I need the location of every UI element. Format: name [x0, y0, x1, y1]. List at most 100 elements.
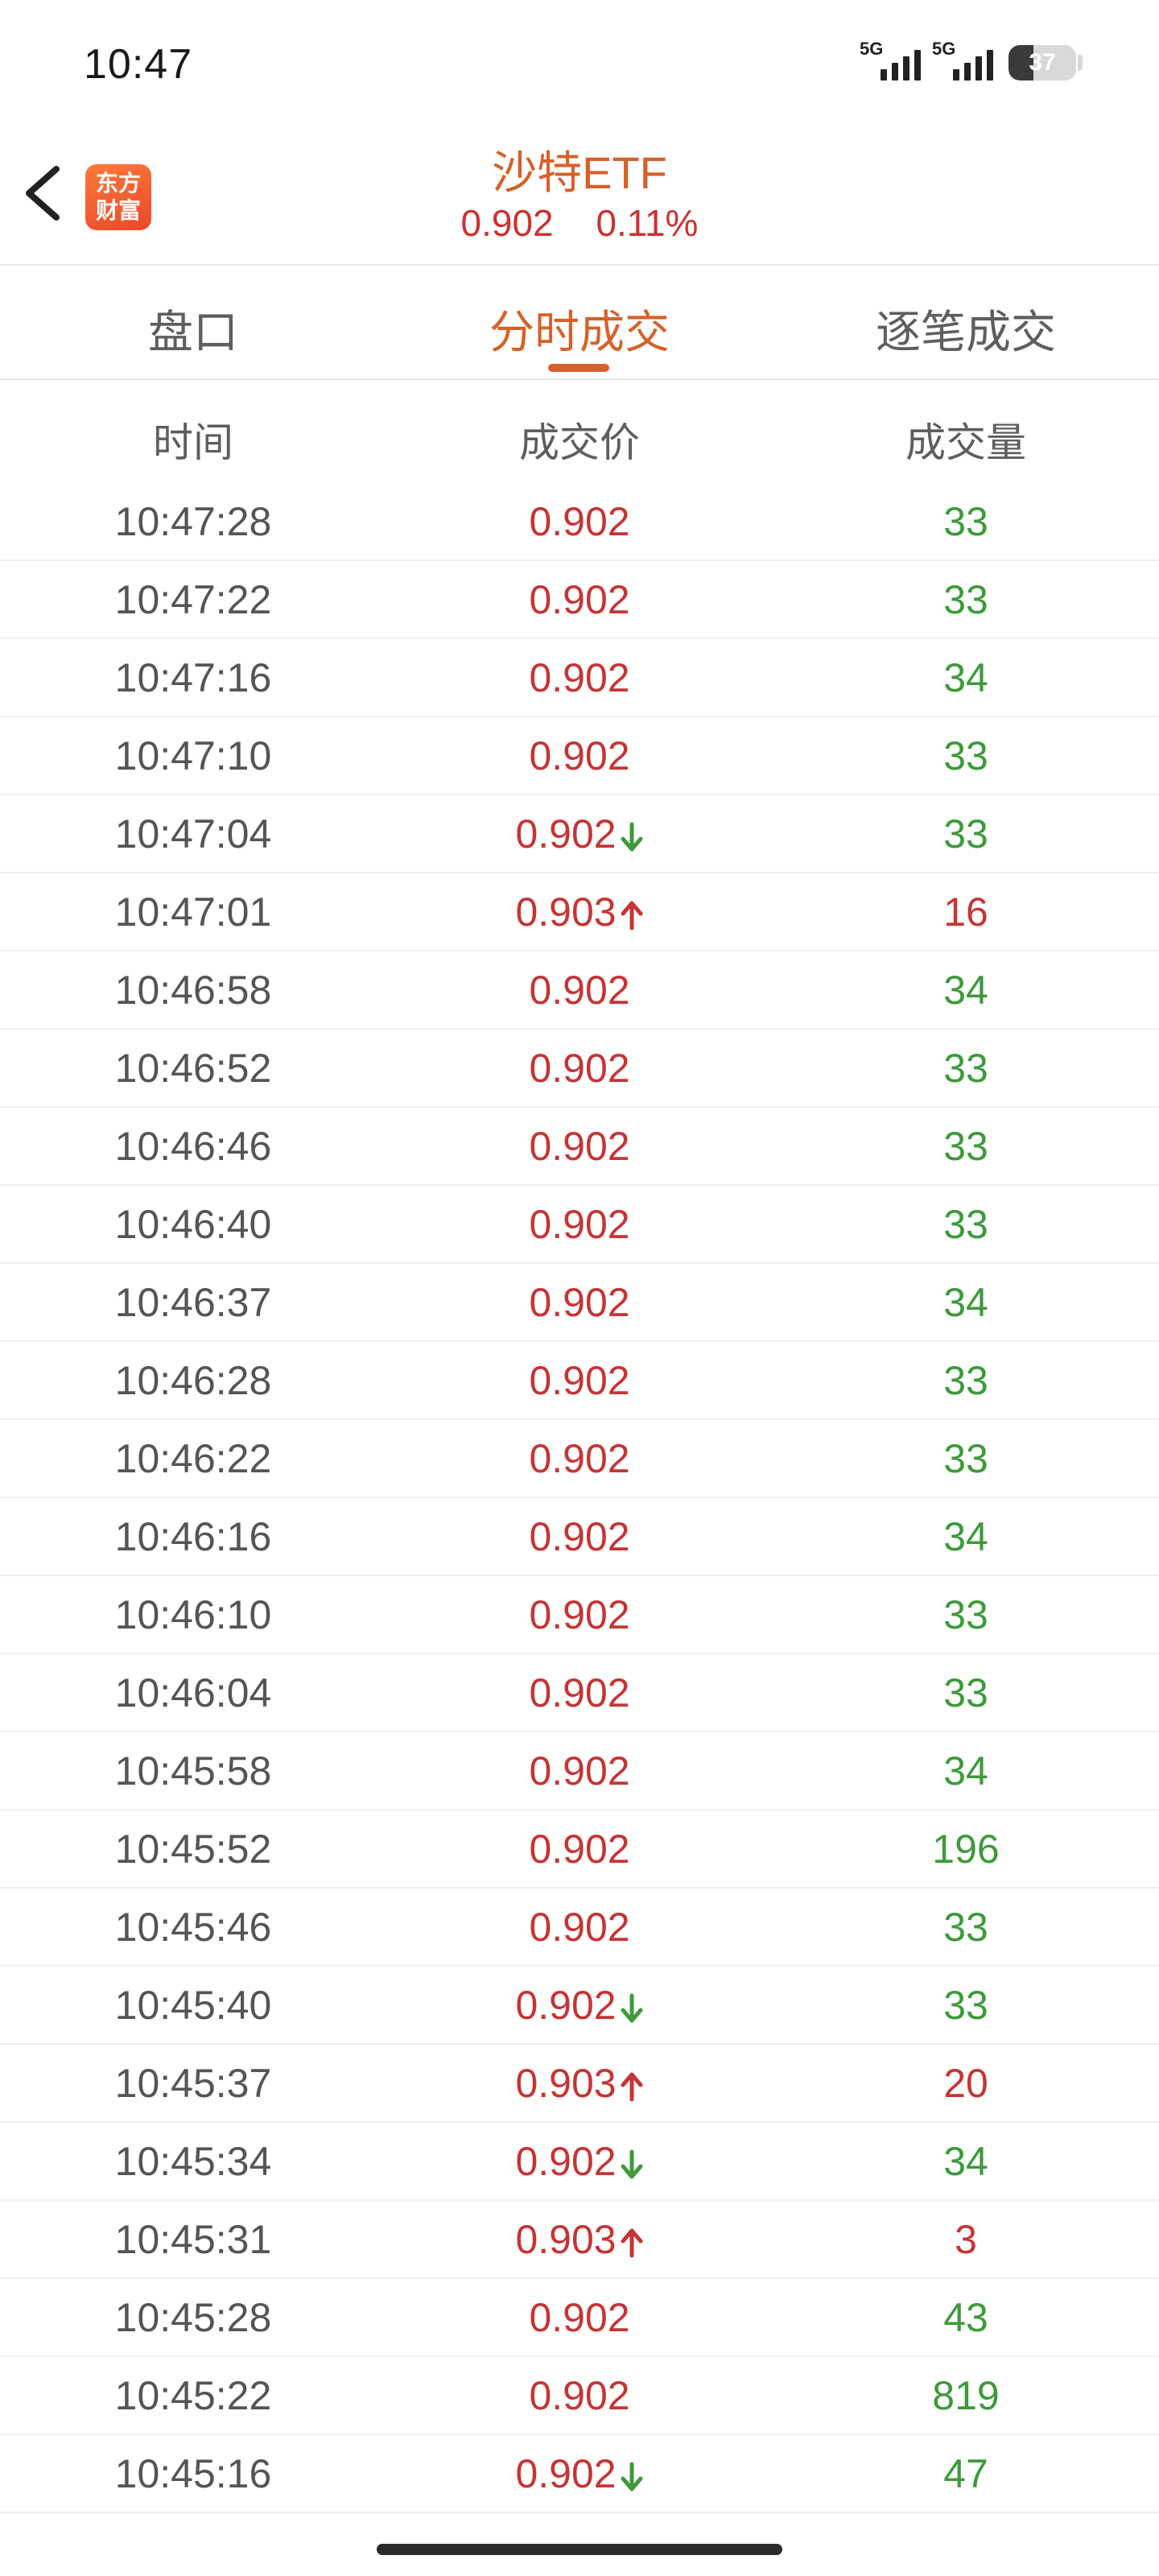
trade-price: 0.902	[386, 1498, 773, 1576]
trade-volume: 33	[943, 1905, 988, 1950]
table-row: 10:46:04 0.902 33	[0, 1654, 1159, 1732]
trade-volume: 34	[943, 1514, 988, 1559]
trade-volume: 33	[943, 499, 988, 544]
table-row: 10:45:37 0.903 20	[0, 2045, 1159, 2123]
trade-time: 10:46:04	[114, 1670, 272, 1715]
trade-time: 10:46:40	[114, 1202, 272, 1247]
trade-time: 10:45:34	[114, 2139, 272, 2184]
trade-price: 0.902	[386, 1967, 773, 2045]
table-row: 10:47:10 0.902 33	[0, 717, 1159, 795]
trade-price-value: 0.902	[529, 968, 630, 1013]
trade-price: 0.902	[386, 1342, 773, 1420]
signal-icon: 5G	[860, 39, 932, 84]
arrow-up-icon	[621, 2228, 643, 2258]
trade-price-value: 0.902	[529, 1046, 630, 1091]
arrow-down-icon	[621, 822, 643, 852]
trade-price: 0.902	[386, 1420, 773, 1498]
table-row: 10:46:28 0.902 33	[0, 1342, 1159, 1420]
trade-price: 0.902	[386, 1108, 773, 1186]
table-row: 10:47:22 0.902 33	[0, 561, 1159, 639]
trade-price-value: 0.902	[529, 1748, 630, 1794]
trade-price-value: 0.902	[515, 1983, 617, 2028]
arrow-down-icon	[621, 1993, 643, 2023]
trade-price: 0.903	[386, 2045, 773, 2123]
trade-time: 10:45:37	[114, 2061, 272, 2106]
trade-time: 10:46:28	[114, 1358, 272, 1403]
price-change: 0.11%	[596, 202, 699, 244]
trade-time: 10:46:52	[114, 1046, 272, 1091]
table-row: 10:46:46 0.902 33	[0, 1108, 1159, 1186]
column-header-price: 成交价	[519, 420, 640, 465]
table-row: 10:45:40 0.902 33	[0, 1967, 1159, 2045]
trade-price-value: 0.902	[529, 1592, 630, 1637]
trade-time: 10:47:04	[114, 811, 272, 857]
trade-price-value: 0.902	[529, 2373, 630, 2418]
table-row: 10:46:52 0.902 33	[0, 1030, 1159, 1108]
table-row: 10:46:10 0.902 33	[0, 1576, 1159, 1654]
trade-price-value: 0.902	[529, 1202, 630, 1247]
trade-price: 0.902	[386, 561, 773, 639]
trade-price: 0.902	[386, 1264, 773, 1342]
trade-price-value: 0.903	[515, 2217, 617, 2262]
trade-time: 10:46:10	[114, 1592, 272, 1637]
tab-time-trades[interactable]: 分时成交	[386, 296, 773, 361]
trade-volume: 34	[943, 655, 988, 700]
trade-time: 10:45:22	[114, 2373, 272, 2418]
arrow-up-icon	[621, 901, 643, 931]
trade-price-value: 0.902	[529, 1436, 630, 1481]
trade-time: 10:47:16	[114, 655, 272, 700]
table-row: 10:47:04 0.902 33	[0, 795, 1159, 873]
home-indicator[interactable]	[377, 2544, 782, 2555]
battery-tip	[1078, 55, 1083, 71]
trade-price-value: 0.902	[529, 1827, 630, 1872]
trade-price: 0.902	[386, 639, 773, 717]
trade-time: 10:46:37	[114, 1280, 272, 1325]
trade-price: 0.903	[386, 873, 773, 952]
page-title: 沙特ETF	[492, 147, 667, 198]
chevron-left-icon	[26, 166, 60, 221]
trades-list[interactable]: 10:47:28 0.902 33 10:47:22 0.902 33 10:47:16 0.…	[0, 483, 1159, 2513]
trade-volume: 33	[943, 1046, 988, 1091]
back-button[interactable]	[18, 161, 74, 225]
arrow-down-icon	[621, 2149, 643, 2179]
battery-level: 37	[1029, 49, 1056, 76]
trade-volume: 33	[943, 1436, 988, 1481]
quote-summary: 0.902 0.11%	[0, 201, 1159, 245]
tab-tick-trades[interactable]: 逐笔成交	[773, 296, 1159, 361]
trade-price-value: 0.902	[529, 1358, 630, 1403]
table-row: 10:45:58 0.902 34	[0, 1732, 1159, 1810]
table-row: 10:45:16 0.902 47	[0, 2435, 1159, 2513]
trade-price-value: 0.902	[529, 2295, 630, 2340]
trade-price-value: 0.902	[529, 655, 630, 700]
trade-time: 10:46:58	[114, 968, 272, 1013]
table-row: 10:45:52 0.902 196	[0, 1810, 1159, 1889]
column-header-time: 时间	[153, 420, 233, 465]
trade-volume: 3	[955, 2217, 977, 2262]
trade-time: 10:45:28	[114, 2295, 272, 2340]
tab-order-book[interactable]: 盘口	[0, 296, 386, 361]
trade-price-value: 0.902	[529, 1280, 630, 1325]
trade-volume: 819	[932, 2373, 1000, 2418]
trade-price: 0.902	[386, 1186, 773, 1264]
trade-price: 0.902	[386, 1732, 773, 1810]
last-price: 0.902	[460, 202, 554, 244]
table-row: 10:45:34 0.902 34	[0, 2123, 1159, 2201]
table-row: 10:45:22 0.902 819	[0, 2357, 1159, 2435]
trade-price-value: 0.902	[515, 811, 617, 857]
trade-volume: 33	[943, 1983, 988, 2028]
trade-volume: 34	[943, 1748, 988, 1794]
trade-volume: 34	[943, 2139, 988, 2184]
trade-price-value: 0.902	[529, 1124, 630, 1169]
trade-volume: 34	[943, 1280, 988, 1325]
trade-volume: 196	[932, 1827, 1000, 1872]
trade-time: 10:46:46	[114, 1124, 272, 1169]
divider	[0, 378, 1159, 380]
trade-time: 10:45:16	[114, 2451, 272, 2496]
trade-volume: 33	[943, 1358, 988, 1403]
app-logo[interactable]: 东方 财富	[85, 164, 151, 230]
arrow-down-icon	[621, 2462, 643, 2491]
active-tab-indicator	[548, 364, 609, 372]
table-row: 10:46:22 0.902 33	[0, 1420, 1159, 1498]
status-time: 10:47	[84, 41, 193, 88]
trade-volume: 33	[943, 1592, 988, 1637]
